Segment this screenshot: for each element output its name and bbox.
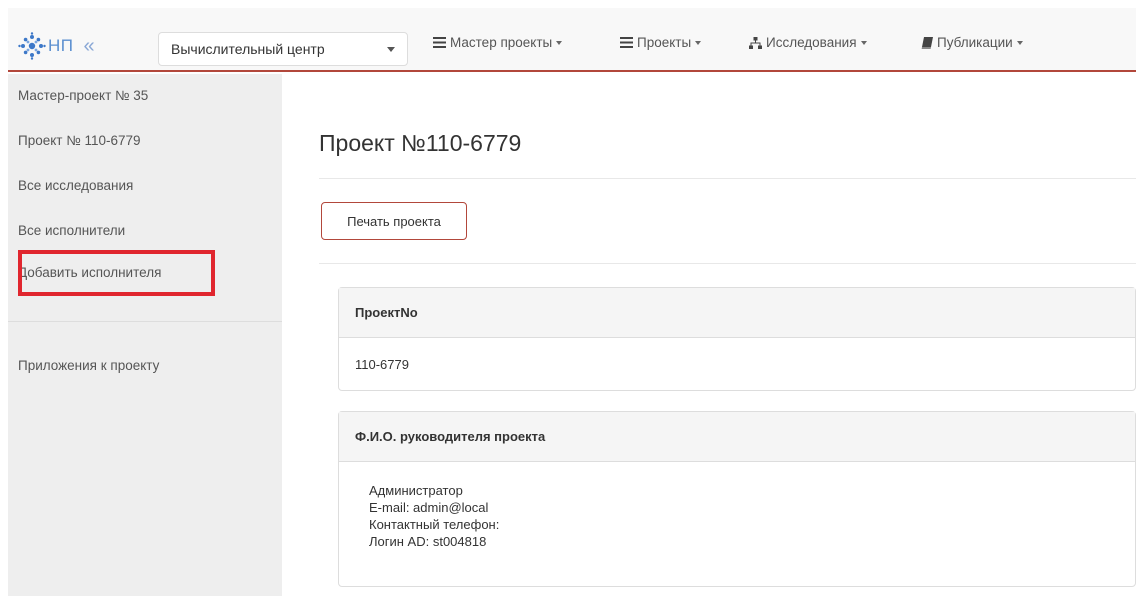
logo-icon — [18, 32, 46, 60]
book-icon — [921, 36, 933, 49]
list-icon — [620, 37, 633, 48]
divider — [319, 263, 1136, 264]
nav-projects[interactable]: Проекты — [620, 35, 702, 50]
dropdown-caret-icon — [860, 40, 867, 45]
list-icon — [433, 37, 446, 48]
divider — [319, 178, 1136, 179]
nav-label: Мастер проекты — [450, 35, 553, 50]
caret-down-icon — [387, 47, 395, 52]
sidebar: Мастер-проект № 35 Проект № 110-6779 Все… — [8, 74, 282, 596]
manager-login: Логин AD: st004818 — [369, 534, 487, 549]
nav-label: Исследования — [766, 35, 857, 50]
center-select[interactable]: Вычислительный центр — [158, 32, 408, 66]
panel-body: 110-6779 — [339, 338, 1135, 390]
nav-research[interactable]: Исследования — [749, 35, 867, 50]
manager-phone: Контактный телефон: — [369, 517, 500, 532]
sitemap-icon — [749, 36, 762, 49]
manager-name: Администратор — [369, 483, 463, 498]
brand-text: НП — [48, 36, 74, 55]
nav-label: Публикации — [937, 35, 1013, 50]
sidebar-item-project[interactable]: Проект № 110-6779 — [8, 132, 282, 150]
page-title: Проект №110-6779 — [319, 130, 522, 156]
top-navbar: НП « Вычислительный центр Мастер проекты… — [8, 8, 1136, 72]
main-content: Проект №110-6779 Печать проекта ПроектNo… — [283, 74, 1136, 596]
sidebar-item-master-project[interactable]: Мастер-проект № 35 — [8, 87, 282, 105]
brand[interactable]: НП « — [18, 32, 95, 60]
sidebar-item-attachments[interactable]: Приложения к проекту — [8, 357, 282, 375]
nav-label: Проекты — [637, 35, 692, 50]
sidebar-item-all-research[interactable]: Все исследования — [8, 177, 282, 195]
nav-publications[interactable]: Публикации — [921, 35, 1023, 50]
dropdown-caret-icon — [695, 40, 702, 45]
sidebar-divider — [8, 321, 282, 322]
center-select-value: Вычислительный центр — [171, 41, 325, 57]
project-number-value: 110-6779 — [355, 356, 409, 372]
dropdown-caret-icon — [1016, 40, 1023, 45]
project-manager-panel: Ф.И.О. руководителя проекта Администрато… — [338, 411, 1136, 587]
panel-body: Администратор E-mail: admin@local Контак… — [339, 462, 1135, 550]
sidebar-item-all-performers[interactable]: Все исполнители — [8, 222, 282, 240]
panel-heading: ПроектNo — [339, 288, 1135, 338]
nav-master-projects[interactable]: Мастер проекты — [433, 35, 563, 50]
highlight-frame — [18, 250, 215, 296]
dropdown-caret-icon — [556, 40, 563, 45]
collapse-sidebar-icon[interactable]: « — [84, 36, 95, 56]
manager-email: E-mail: admin@local — [369, 500, 489, 515]
project-number-panel: ПроектNo 110-6779 — [338, 287, 1136, 391]
print-project-button[interactable]: Печать проекта — [321, 202, 467, 240]
panel-heading: Ф.И.О. руководителя проекта — [339, 412, 1135, 462]
